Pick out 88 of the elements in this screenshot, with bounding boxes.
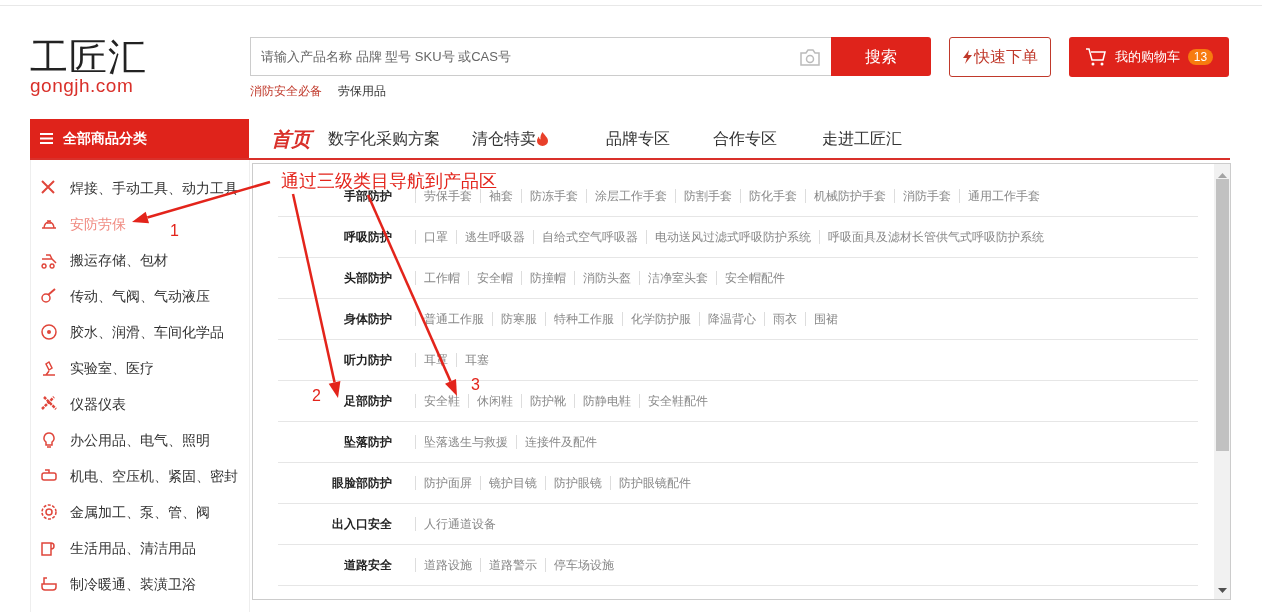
- product-category-link[interactable]: 防护眼镜: [545, 476, 610, 490]
- quick-order-button[interactable]: 快速下单: [949, 37, 1051, 77]
- category-item[interactable]: 胶水、润滑、车间化学品: [31, 314, 249, 350]
- product-category-link[interactable]: 洁净室头套: [639, 271, 716, 285]
- cart-count-badge: 13: [1187, 49, 1214, 65]
- product-category-link[interactable]: 连接件及配件: [516, 435, 605, 449]
- subcategory-label[interactable]: 出入口安全: [278, 517, 416, 531]
- subcategory-label[interactable]: 身体防护: [278, 312, 416, 326]
- subcategory-label[interactable]: 眼脸部防护: [278, 476, 416, 490]
- subcategory-label[interactable]: 道路安全: [278, 558, 416, 572]
- product-category-link[interactable]: 防撞帽: [521, 271, 574, 285]
- scroll-up-arrow-icon: [1217, 172, 1227, 178]
- scrollbar[interactable]: [1214, 164, 1230, 599]
- product-category-link[interactable]: 口罩: [416, 230, 456, 244]
- product-category-link[interactable]: 防静电鞋: [574, 394, 639, 408]
- category-menu-header[interactable]: 全部商品分类: [30, 119, 249, 158]
- product-category-link[interactable]: 安全鞋配件: [639, 394, 716, 408]
- category-item[interactable]: 金属加工、泵、管、阀: [31, 494, 249, 530]
- product-category-link[interactable]: 安全帽: [468, 271, 521, 285]
- category-item[interactable]: 实验室、医疗: [31, 350, 249, 386]
- category-item[interactable]: 办公用品、电气、照明: [31, 422, 249, 458]
- product-category-link[interactable]: 袖套: [480, 189, 521, 203]
- product-category-link[interactable]: 化学防护服: [622, 312, 699, 326]
- nav-tab[interactable]: 清仓特卖: [472, 119, 549, 158]
- nav-tab[interactable]: 合作专区: [713, 119, 777, 158]
- menu-icon: [40, 133, 53, 144]
- hot-keyword-link[interactable]: 消防安全必备: [250, 82, 322, 100]
- product-category-link[interactable]: 道路设施: [416, 558, 480, 572]
- logo-domain: gongjh.com: [30, 77, 135, 95]
- product-category-link[interactable]: 安全鞋: [416, 394, 468, 408]
- lightning-icon: [962, 50, 972, 64]
- category-item[interactable]: 仪器仪表: [31, 386, 249, 422]
- category-item[interactable]: 搬运存储、包材: [31, 242, 249, 278]
- cart-button[interactable]: 我的购物车 13: [1069, 37, 1229, 77]
- product-category-link[interactable]: 防冻手套: [521, 189, 586, 203]
- subcategory-label[interactable]: 听力防护: [278, 353, 416, 367]
- product-category-link[interactable]: 坠落逃生与救援: [416, 435, 516, 449]
- product-category-link[interactable]: 休闲鞋: [468, 394, 521, 408]
- category-menu-label: 全部商品分类: [63, 129, 147, 148]
- product-category-link[interactable]: 安全帽配件: [716, 271, 793, 285]
- category-item[interactable]: 制冷暖通、装潢卫浴: [31, 566, 249, 602]
- product-category-link[interactable]: 降温背心: [699, 312, 764, 326]
- product-category-link[interactable]: 电动送风过滤式呼吸防护系统: [646, 230, 819, 244]
- subcategory-label[interactable]: 坠落防护: [278, 435, 416, 449]
- scroll-down-arrow-icon: [1217, 588, 1227, 594]
- product-category-link[interactable]: 防化手套: [740, 189, 805, 203]
- product-category-link[interactable]: 耳塞: [456, 353, 497, 367]
- product-category-link[interactable]: 防割手套: [675, 189, 740, 203]
- camera-icon: [799, 47, 821, 66]
- product-category-link[interactable]: 工作帽: [416, 271, 468, 285]
- category-item[interactable]: 机电、空压机、紧固、密封: [31, 458, 249, 494]
- search-button[interactable]: 搜索: [831, 37, 931, 76]
- product-category-link[interactable]: 呼吸面具及滤材长管供气式呼吸防护系统: [819, 230, 1052, 244]
- nav-tab[interactable]: 品牌专区: [606, 119, 670, 158]
- product-category-link[interactable]: 道路警示: [480, 558, 545, 572]
- nav-tab[interactable]: 数字化采购方案: [328, 119, 440, 158]
- gear-icon: [40, 503, 58, 521]
- step-number: 3: [471, 376, 480, 393]
- product-category-link[interactable]: 通用工作手套: [959, 189, 1048, 203]
- lightbulb-icon: [40, 431, 58, 449]
- cart-label: 我的购物车: [1114, 48, 1180, 67]
- product-category-link[interactable]: 涂层工作手套: [586, 189, 675, 203]
- nav-tab[interactable]: 走进工匠汇: [822, 119, 902, 158]
- product-category-link[interactable]: 机械防护手套: [805, 189, 894, 203]
- product-category-link[interactable]: 劳保手套: [416, 189, 480, 203]
- category-item[interactable]: 传动、气阀、气动液压: [31, 278, 249, 314]
- subcategory-label[interactable]: 头部防护: [278, 271, 416, 285]
- product-category-link[interactable]: 镜护目镜: [480, 476, 545, 490]
- hot-keyword-link[interactable]: 劳保用品: [338, 82, 386, 100]
- product-category-link[interactable]: 特种工作服: [545, 312, 622, 326]
- product-category-link[interactable]: 防护眼镜配件: [610, 476, 699, 490]
- product-category-link[interactable]: 逃生呼吸器: [456, 230, 533, 244]
- product-category-link[interactable]: 人行通道设备: [416, 517, 504, 531]
- product-category-link[interactable]: 停车场设施: [545, 558, 622, 572]
- product-category-link[interactable]: 普通工作服: [416, 312, 492, 326]
- bathtub-icon: [40, 575, 58, 593]
- category-item[interactable]: 生活用品、清洁用品: [31, 530, 249, 566]
- product-category-link[interactable]: 自给式空气呼吸器: [533, 230, 646, 244]
- scrollbar-thumb[interactable]: [1215, 179, 1229, 451]
- product-category-link[interactable]: 防寒服: [492, 312, 545, 326]
- product-category-link[interactable]: 防护面屏: [416, 476, 480, 490]
- product-category-link[interactable]: 雨衣: [764, 312, 805, 326]
- product-category-link[interactable]: 防护靴: [521, 394, 574, 408]
- product-category-link[interactable]: 围裙: [805, 312, 846, 326]
- product-category-link[interactable]: 消防头盔: [574, 271, 639, 285]
- logo-text[interactable]: 工匠汇: [30, 37, 250, 77]
- product-category-link[interactable]: 消防手套: [894, 189, 959, 203]
- step-number: 1: [170, 222, 179, 239]
